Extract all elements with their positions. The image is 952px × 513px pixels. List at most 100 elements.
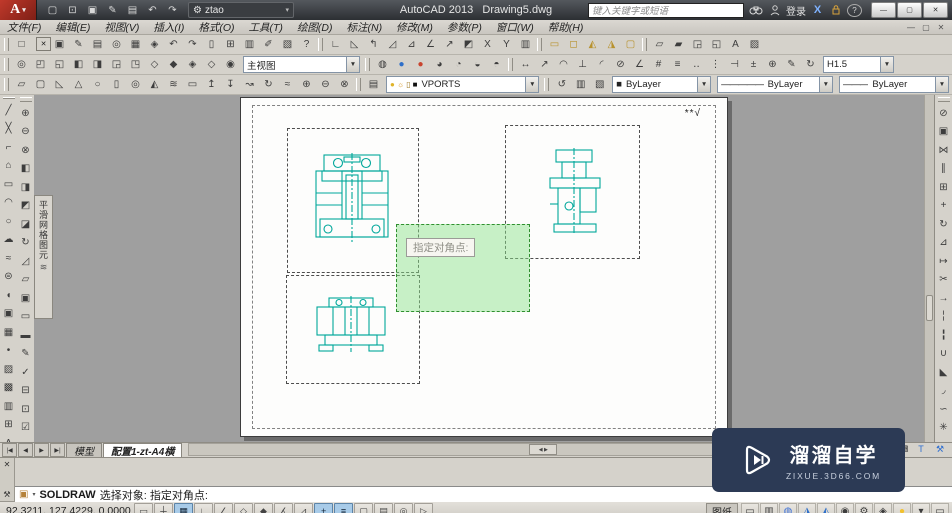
toolbar-lock-icon[interactable]: ◈ xyxy=(874,502,892,513)
view-left-icon[interactable]: ◧ xyxy=(69,56,88,74)
pyramid-icon[interactable]: ◭ xyxy=(145,76,164,94)
status-menu-arrow-icon[interactable]: ▾ xyxy=(912,502,930,513)
dimension-style-dropdown[interactable]: H1.5 ▼ xyxy=(823,56,894,73)
intersect-icon[interactable]: ⊗ xyxy=(335,76,354,94)
ortho-mode-toggle[interactable]: ∟ xyxy=(194,502,213,513)
shell-icon[interactable]: ⊡ xyxy=(17,400,34,419)
exchange-apps-icon[interactable]: X xyxy=(811,3,824,17)
minimize-button[interactable]: — xyxy=(871,2,896,18)
transparency-display-toggle[interactable]: ▢ xyxy=(354,502,373,513)
dim-continue-icon[interactable]: ‥ xyxy=(687,56,706,74)
coordinates-display[interactable]: 92.3211, 127.4229, 0.0000 xyxy=(0,505,134,513)
mesh-primitives-palette-tab[interactable]: 平滑网格图元 ≋ xyxy=(34,195,53,319)
tab-next-button[interactable]: ▶ xyxy=(34,443,49,457)
qat-undo-icon[interactable]: ↶ xyxy=(143,1,162,19)
menu-insert[interactable]: 插入(I) xyxy=(146,20,191,34)
menu-edit[interactable]: 编辑(E) xyxy=(48,20,97,34)
lights-icon[interactable]: ● xyxy=(411,56,430,74)
dim-space-icon[interactable]: ⋮ xyxy=(706,56,725,74)
presspull-icon[interactable]: ↧ xyxy=(221,76,240,94)
delete-faces-icon[interactable]: ◪ xyxy=(17,215,34,234)
viewport-quad-icon[interactable]: ⊞ xyxy=(221,36,240,54)
stretch-icon[interactable]: ↦ xyxy=(935,252,952,271)
ellipse-icon[interactable]: ⊜ xyxy=(0,268,17,287)
view-nw-iso-icon[interactable]: ◇ xyxy=(202,56,221,74)
fillet-icon[interactable]: ◞ xyxy=(935,382,952,401)
multiline-text-icon[interactable]: A xyxy=(0,434,17,442)
text-to-front-icon[interactable]: A xyxy=(726,36,745,54)
menu-draw[interactable]: 绘图(D) xyxy=(290,20,340,34)
dim-diameter-icon[interactable]: ⊘ xyxy=(611,56,630,74)
hatch-icon[interactable]: ▨ xyxy=(0,360,17,379)
view-ne-iso-icon[interactable]: ◈ xyxy=(183,56,202,74)
move-faces-icon[interactable]: ◨ xyxy=(17,178,34,197)
floating-toolbar-close-button[interactable]: ✕ xyxy=(36,37,51,51)
snap-mode-toggle[interactable]: ┼ xyxy=(154,502,173,513)
chamfer-icon[interactable]: ◣ xyxy=(935,363,952,382)
send-under-icon[interactable]: ◱ xyxy=(707,36,726,54)
app-menu-button[interactable]: A ▾ xyxy=(0,0,37,20)
color-faces-icon[interactable]: ▣ xyxy=(17,289,34,308)
join-icon[interactable]: ∪ xyxy=(935,345,952,364)
lock-icon[interactable] xyxy=(829,3,842,17)
vs-realistic-icon[interactable]: ◮ xyxy=(602,36,621,54)
tshirt-icon[interactable]: T xyxy=(913,442,929,456)
revolve-icon[interactable]: ↻ xyxy=(259,76,278,94)
polyline-icon[interactable]: ⌐ xyxy=(0,138,17,157)
dim-radius-icon[interactable]: ◜ xyxy=(592,56,611,74)
grid-display-toggle[interactable]: ▦ xyxy=(174,502,193,513)
sign-in-button[interactable]: 登录 xyxy=(786,3,806,18)
vs-hidden-icon[interactable]: ◭ xyxy=(583,36,602,54)
line-icon[interactable]: ╱ xyxy=(0,101,17,120)
save-icon[interactable]: ▣ xyxy=(50,36,69,54)
view-back-icon[interactable]: ◳ xyxy=(126,56,145,74)
user-icon[interactable] xyxy=(768,3,781,17)
sheet-set-manager-icon[interactable]: ▥ xyxy=(240,36,259,54)
dim-aligned-icon[interactable]: ↗ xyxy=(535,56,554,74)
drawing-canvas[interactable]: **√ 指定对角点: xyxy=(34,95,925,442)
chevron-down-icon[interactable]: ▼ xyxy=(525,77,539,92)
qat-open-icon[interactable]: ⊡ xyxy=(63,1,82,19)
command-close-icon[interactable]: ✕ xyxy=(4,460,11,469)
binoculars-search-icon[interactable] xyxy=(749,3,763,17)
chevron-down-icon[interactable]: ▼ xyxy=(697,77,711,92)
object-color-dropdown[interactable]: ■ ByLayer ▼ xyxy=(612,76,712,93)
redo-icon[interactable]: ↷ xyxy=(183,36,202,54)
intersect-icon[interactable]: ⊗ xyxy=(17,141,34,160)
dynamic-ucs-toggle[interactable]: ⊿ xyxy=(294,502,313,513)
helix-icon[interactable]: ≋ xyxy=(164,76,183,94)
arc-icon[interactable]: ◠ xyxy=(0,194,17,213)
array-icon[interactable]: ⊞ xyxy=(935,178,952,197)
imprint-icon[interactable]: ✎ xyxy=(17,345,34,364)
ucs-y-icon[interactable]: Y xyxy=(497,36,516,54)
polygon-icon[interactable]: ⌂ xyxy=(0,157,17,176)
horizontal-scrollbar-thumb[interactable]: ◀ ▶ xyxy=(529,444,558,455)
view-bottom-icon[interactable]: ◱ xyxy=(50,56,69,74)
offset-icon[interactable]: ∥ xyxy=(935,160,952,179)
polar-tracking-toggle[interactable]: ∠ xyxy=(214,502,233,513)
steering-wheel-icon[interactable]: ◍ xyxy=(779,502,797,513)
view-se-iso-icon[interactable]: ◆ xyxy=(164,56,183,74)
dim-tolerance-icon[interactable]: ± xyxy=(744,56,763,74)
chevron-down-icon[interactable]: ▼ xyxy=(880,57,893,72)
torus-icon[interactable]: ◎ xyxy=(126,76,145,94)
advanced-render-settings-icon[interactable]: ◓ xyxy=(487,56,506,74)
subtract-icon[interactable]: ⊖ xyxy=(316,76,335,94)
taper-faces-icon[interactable]: ◿ xyxy=(17,252,34,271)
dim-ordinate-icon[interactable]: ⊥ xyxy=(573,56,592,74)
trim-icon[interactable]: ✂ xyxy=(935,271,952,290)
3d-object-snap-toggle[interactable]: ◆ xyxy=(254,502,273,513)
qat-new-icon[interactable]: ▢ xyxy=(43,1,62,19)
workspace-dropdown[interactable]: ⚙ ztao ▾ xyxy=(188,2,294,18)
view-front-icon[interactable]: ◲ xyxy=(107,56,126,74)
union-icon[interactable]: ⊕ xyxy=(297,76,316,94)
scale-icon[interactable]: ⊿ xyxy=(935,234,952,253)
copy-edges-icon[interactable]: ▭ xyxy=(17,308,34,327)
check-icon[interactable]: ☑ xyxy=(17,419,34,438)
command-window-grip[interactable]: ✕ ⚒ xyxy=(0,458,15,501)
save-as-icon[interactable]: ✎ xyxy=(69,36,88,54)
layer-states-icon[interactable]: ▥ xyxy=(571,76,590,94)
infer-constraints-toggle[interactable]: ▭ xyxy=(134,502,153,513)
menu-help[interactable]: 帮助(H) xyxy=(541,20,591,34)
ellipse-arc-icon[interactable]: ◖ xyxy=(0,286,17,305)
